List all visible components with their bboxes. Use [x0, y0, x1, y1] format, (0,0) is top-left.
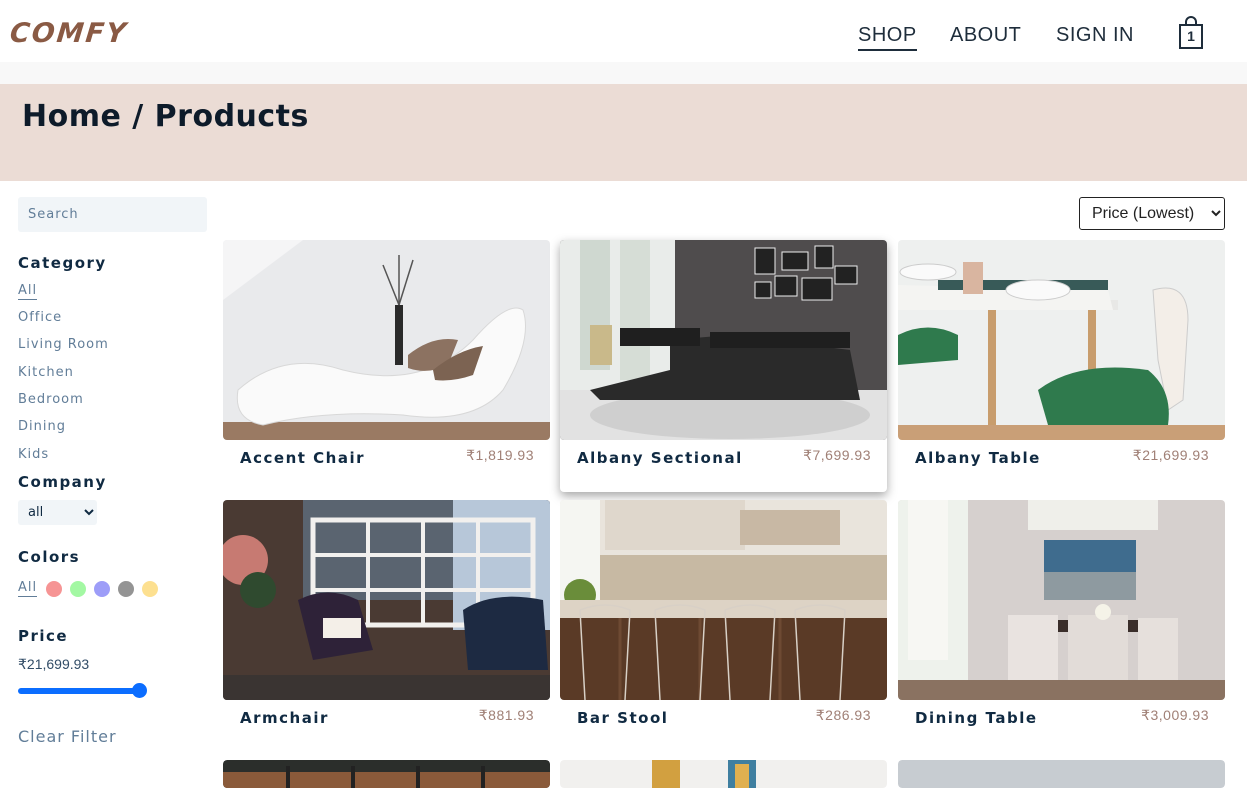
product-image: [560, 240, 887, 440]
product-image: [898, 760, 1225, 788]
product-card[interactable]: Albany Table ₹21,699.93: [898, 240, 1225, 492]
cart-count-badge: 1: [1187, 28, 1195, 44]
nav-sign-in-link[interactable]: SIGN IN: [1056, 24, 1134, 47]
breadcrumb: Home / Products: [22, 99, 309, 134]
category-all[interactable]: All: [18, 283, 38, 300]
category-kitchen[interactable]: Kitchen: [18, 365, 74, 380]
colors-heading: Colors: [18, 548, 81, 566]
product-card[interactable]: Albany Sectional ₹7,699.93: [560, 240, 887, 492]
page-hero: Home / Products: [0, 84, 1247, 181]
color-swatch-blue[interactable]: [94, 581, 110, 597]
product-card[interactable]: Accent Chair ₹1,819.93: [223, 240, 550, 492]
product-card[interactable]: Bar Stool ₹286.93: [560, 500, 887, 752]
product-name: Bar Stool: [577, 709, 669, 727]
product-name: Armchair: [240, 709, 329, 727]
company-heading: Company: [18, 473, 107, 491]
product-price: ₹1,819.93: [466, 447, 534, 463]
product-name: Accent Chair: [240, 449, 365, 467]
sort-select[interactable]: Price (Lowest): [1079, 197, 1225, 230]
nav-shop-link[interactable]: SHOP: [858, 24, 917, 51]
price-slider-thumb[interactable]: [132, 683, 147, 698]
company-select[interactable]: all: [18, 500, 97, 525]
product-image: [560, 760, 887, 788]
product-image: [898, 240, 1225, 440]
cart-button[interactable]: 1: [1177, 15, 1205, 51]
color-swatch-yellow[interactable]: [142, 581, 158, 597]
search-input[interactable]: [18, 197, 207, 232]
product-card[interactable]: [223, 760, 550, 788]
price-slider-track: [18, 688, 140, 694]
price-heading: Price: [18, 627, 69, 645]
product-name: Albany Table: [915, 449, 1041, 467]
product-price: ₹881.93: [478, 707, 534, 723]
product-price: ₹286.93: [815, 707, 871, 723]
color-swatch-red[interactable]: [46, 581, 62, 597]
top-navbar: COMFY SHOP ABOUT SIGN IN 1: [0, 0, 1247, 62]
color-all-button[interactable]: All: [18, 580, 38, 597]
category-bedroom[interactable]: Bedroom: [18, 392, 84, 407]
product-price: ₹7,699.93: [803, 447, 871, 463]
product-card[interactable]: Dining Table ₹3,009.93: [898, 500, 1225, 752]
color-swatch-green[interactable]: [70, 581, 86, 597]
price-slider[interactable]: [18, 683, 148, 699]
product-image: [223, 500, 550, 700]
navbar-divider: [0, 62, 1247, 84]
color-swatch-gray[interactable]: [118, 581, 134, 597]
product-image: [223, 760, 550, 788]
product-price: ₹21,699.93: [1132, 447, 1209, 463]
product-card[interactable]: [560, 760, 887, 788]
product-card[interactable]: [898, 760, 1225, 788]
category-heading: Category: [18, 254, 107, 272]
category-office[interactable]: Office: [18, 310, 62, 325]
product-name: Dining Table: [915, 709, 1038, 727]
product-name: Albany Sectional: [577, 449, 743, 467]
product-image: [560, 500, 887, 700]
product-card[interactable]: Armchair ₹881.93: [223, 500, 550, 752]
price-value: ₹21,699.93: [18, 656, 90, 672]
product-image: [223, 240, 550, 440]
category-kids[interactable]: Kids: [18, 447, 49, 462]
nav-about-link[interactable]: ABOUT: [950, 24, 1021, 47]
product-image: [898, 500, 1225, 700]
clear-filter-button[interactable]: Clear Filter: [18, 727, 117, 746]
category-living-room[interactable]: Living Room: [18, 337, 109, 352]
comfy-logo[interactable]: COMFY: [8, 18, 129, 49]
category-dining[interactable]: Dining: [18, 419, 66, 434]
product-price: ₹3,009.93: [1141, 707, 1209, 723]
